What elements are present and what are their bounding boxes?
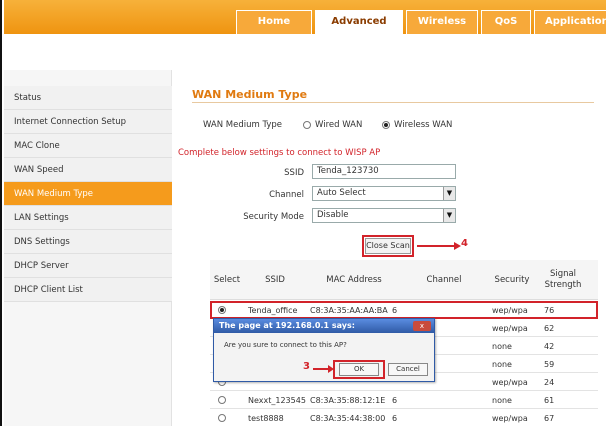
- annotation-number-3: 3: [303, 361, 310, 372]
- channel-label: Channel: [269, 190, 304, 200]
- row-select-radio[interactable]: [218, 396, 226, 404]
- wireless-wan-label: Wireless WAN: [394, 120, 453, 130]
- dialog-message: Are you sure to connect to this AP?: [224, 341, 347, 349]
- sidebar-item-lan-settings[interactable]: LAN Settings: [4, 206, 172, 230]
- tab-qos[interactable]: QoS: [481, 10, 531, 34]
- sidebar-item-dhcp-server[interactable]: DHCP Server: [4, 254, 172, 278]
- row-signal: 61: [544, 396, 555, 405]
- annotation-highlight-selected-row: [210, 301, 598, 319]
- row-security: none: [492, 360, 512, 369]
- security-mode-select[interactable]: Disable ▼: [312, 208, 456, 223]
- annotation-number-4: 4: [461, 238, 468, 249]
- close-icon[interactable]: x: [413, 321, 431, 331]
- sidebar-item-wan-medium-type[interactable]: WAN Medium Type: [4, 182, 172, 206]
- sidebar-item-mac-clone[interactable]: MAC Clone: [4, 134, 172, 158]
- title-divider: [192, 102, 594, 103]
- security-mode-value: Disable: [317, 210, 349, 220]
- wireless-wan-radio[interactable]: [382, 121, 390, 129]
- page-title: WAN Medium Type: [192, 88, 308, 101]
- col-signal-line1: Signal: [549, 269, 577, 279]
- row-channel: 6: [392, 396, 398, 405]
- col-select: Select: [213, 275, 241, 285]
- top-nav-bar: Home Advanced Wireless QoS Applications: [4, 0, 606, 34]
- chevron-down-icon: ▼: [443, 209, 455, 222]
- sidebar: Status Internet Connection Setup MAC Clo…: [4, 70, 172, 426]
- arrow-head-icon: [454, 242, 461, 250]
- row-security: wep/wpa: [492, 378, 528, 387]
- sidebar-item-dns-settings[interactable]: DNS Settings: [4, 230, 172, 254]
- col-ssid: SSID: [265, 275, 285, 285]
- sidebar-item-wan-speed[interactable]: WAN Speed: [4, 158, 172, 182]
- channel-select[interactable]: Auto Select ▼: [312, 186, 456, 201]
- table-row[interactable]: test8888 C8:3A:35:44:38:00 6 wep/wpa 67: [210, 410, 598, 426]
- row-signal: 59: [544, 360, 555, 369]
- tab-applications[interactable]: Applications: [534, 10, 606, 34]
- wired-wan-label: Wired WAN: [315, 120, 363, 130]
- sidebar-item-dhcp-client-list[interactable]: DHCP Client List: [4, 278, 172, 302]
- sidebar-item-internet-connection-setup[interactable]: Internet Connection Setup: [4, 110, 172, 134]
- row-security: none: [492, 342, 512, 351]
- row-channel: 6: [392, 414, 398, 423]
- wisp-instruction-note: Complete below settings to connect to WI…: [178, 148, 381, 158]
- close-scan-button[interactable]: Close Scan: [365, 238, 411, 254]
- table-header: Select SSID MAC Address Channel Security…: [210, 260, 598, 300]
- arrow-head-icon: [328, 365, 334, 373]
- main-tabs: Home Advanced Wireless QoS Applications: [236, 10, 606, 34]
- row-signal: 42: [544, 342, 555, 351]
- ok-button[interactable]: OK: [339, 363, 379, 376]
- row-select-radio[interactable]: [218, 414, 226, 422]
- router-admin-window: Home Advanced Wireless QoS Application s …: [0, 0, 606, 426]
- row-security: wep/wpa: [492, 414, 528, 423]
- sub-header: [4, 34, 606, 48]
- dialog-title: The page at 192.168.0.1 says:: [214, 319, 434, 333]
- channel-value: Auto Select: [317, 188, 366, 198]
- row-signal: 67: [544, 414, 555, 423]
- row-signal: 24: [544, 378, 555, 387]
- ssid-label: SSID: [284, 168, 304, 178]
- annotation-arrow-4: [417, 245, 457, 247]
- tab-wireless[interactable]: Wireless: [406, 10, 478, 34]
- row-ssid: test8888: [248, 414, 284, 423]
- confirm-dialog: The page at 192.168.0.1 says: x Are you …: [213, 318, 435, 382]
- wired-wan-radio[interactable]: [303, 121, 311, 129]
- security-mode-label: Security Mode: [243, 212, 304, 222]
- row-mac: C8:3A:35:44:38:00: [310, 414, 386, 423]
- col-security: Security: [494, 275, 530, 285]
- chevron-down-icon: ▼: [443, 187, 455, 200]
- wan-medium-type-label: WAN Medium Type: [202, 120, 282, 130]
- row-signal: 62: [544, 324, 555, 333]
- cancel-button[interactable]: Cancel: [388, 363, 428, 376]
- sidebar-item-status[interactable]: Status: [4, 86, 172, 110]
- col-mac: MAC Address: [326, 275, 382, 285]
- tab-home[interactable]: Home: [236, 10, 312, 34]
- tab-advanced[interactable]: Advanced: [315, 10, 403, 34]
- row-mac: C8:3A:35:88:12:1E: [310, 396, 386, 405]
- row-security: wep/wpa: [492, 324, 528, 333]
- col-signal: Signal Strength: [538, 260, 588, 300]
- col-channel: Channel: [426, 275, 462, 285]
- ssid-input[interactable]: Tenda_123730: [312, 164, 456, 179]
- row-ssid: Nexxt_123545: [248, 396, 306, 405]
- col-signal-line2: Strength: [544, 280, 582, 290]
- row-security: none: [492, 396, 512, 405]
- table-row[interactable]: Nexxt_123545 C8:3A:35:88:12:1E 6 none 61: [210, 392, 598, 409]
